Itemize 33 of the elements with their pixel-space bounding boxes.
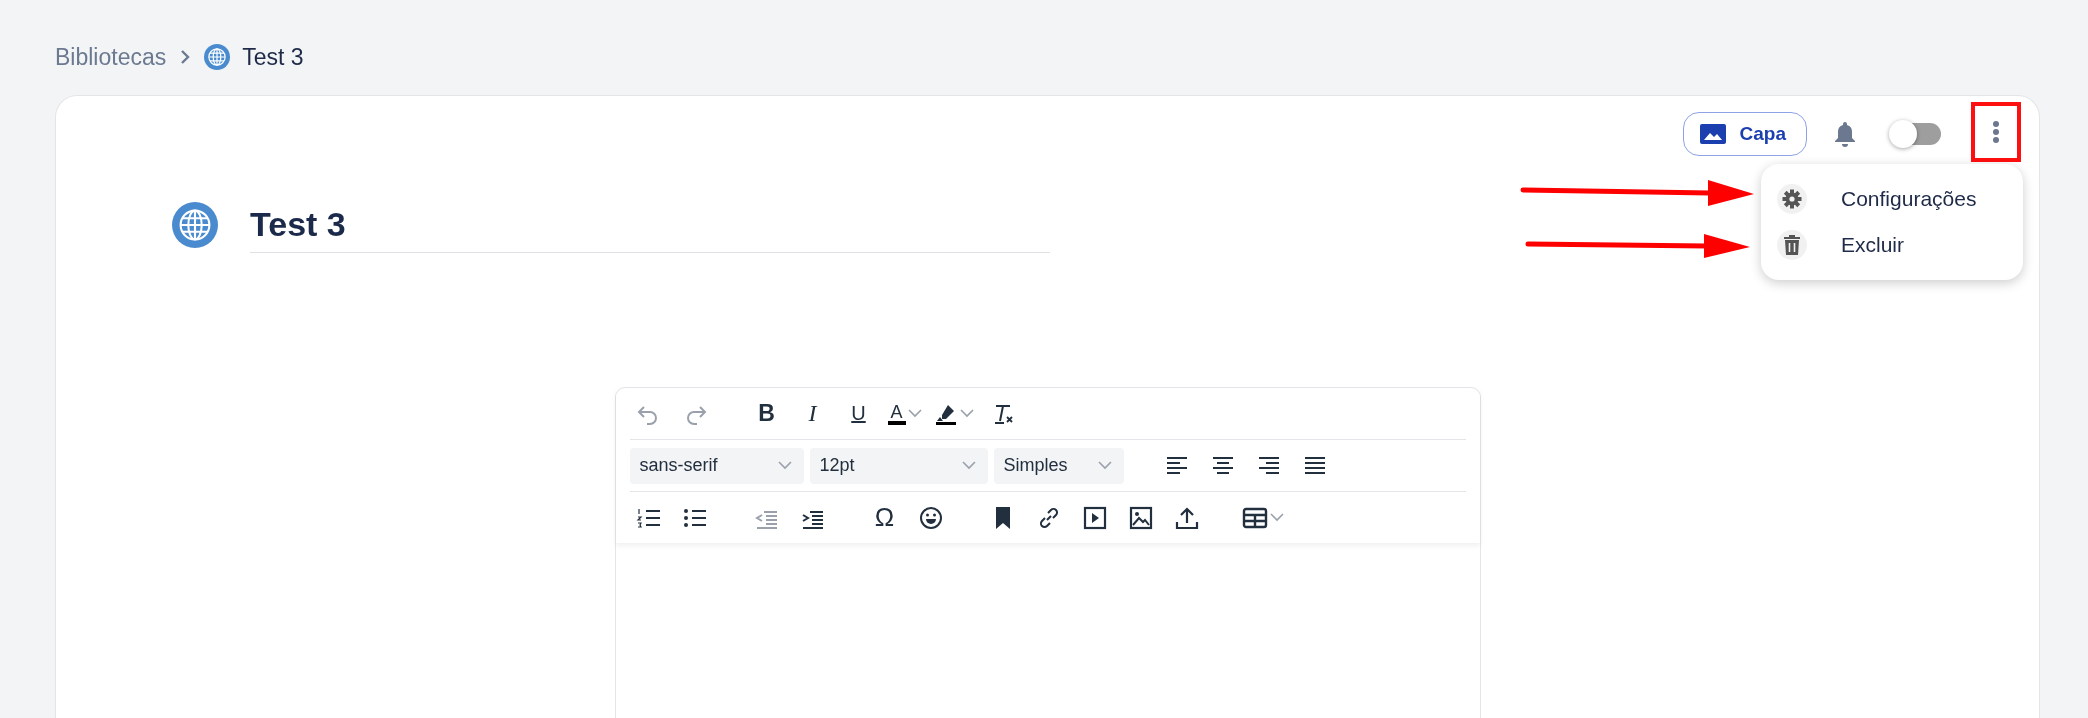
globe-icon [172,201,218,248]
format-button[interactable]: A [885,394,924,433]
format-button[interactable]: I [793,394,832,433]
caret-icon [907,409,922,418]
more-options-button[interactable] [1971,102,2021,162]
cover-button[interactable]: Capa [1682,112,1807,156]
breadcrumb-current: Test 3 [242,43,304,71]
menu-item[interactable]: Excluir [1761,222,2023,268]
emoji-icon [917,504,944,531]
format-button[interactable]: B [747,394,786,433]
video-icon [1081,504,1108,531]
trash-icon [1784,235,1800,255]
dropdown-select[interactable]: sans-serif [629,447,804,484]
menu-item[interactable]: Configurações [1761,176,2023,222]
table-icon [1241,505,1268,530]
image-icon [1127,504,1154,531]
page-title[interactable]: Test 3 [250,205,1050,253]
chevron-down-icon [1097,461,1112,470]
format-button[interactable]: U [839,394,878,433]
globe-icon [204,44,231,70]
dropdown-select[interactable]: Simples [993,447,1124,484]
dropdown-select[interactable]: 12pt [809,447,988,484]
bell-icon[interactable] [1833,120,1857,148]
kebab-menu-icon [1992,120,2000,144]
gear-icon [1782,189,1802,209]
caret-icon [959,409,974,418]
caret-icon [1269,513,1284,522]
breadcrumb-link[interactable]: Bibliotecas [55,43,167,71]
chevron-right-icon [180,49,191,65]
image-icon [1699,124,1726,144]
chevron-down-icon [777,461,792,470]
special-character-button[interactable]: Ω [865,498,904,537]
chevron-down-icon [961,461,976,470]
